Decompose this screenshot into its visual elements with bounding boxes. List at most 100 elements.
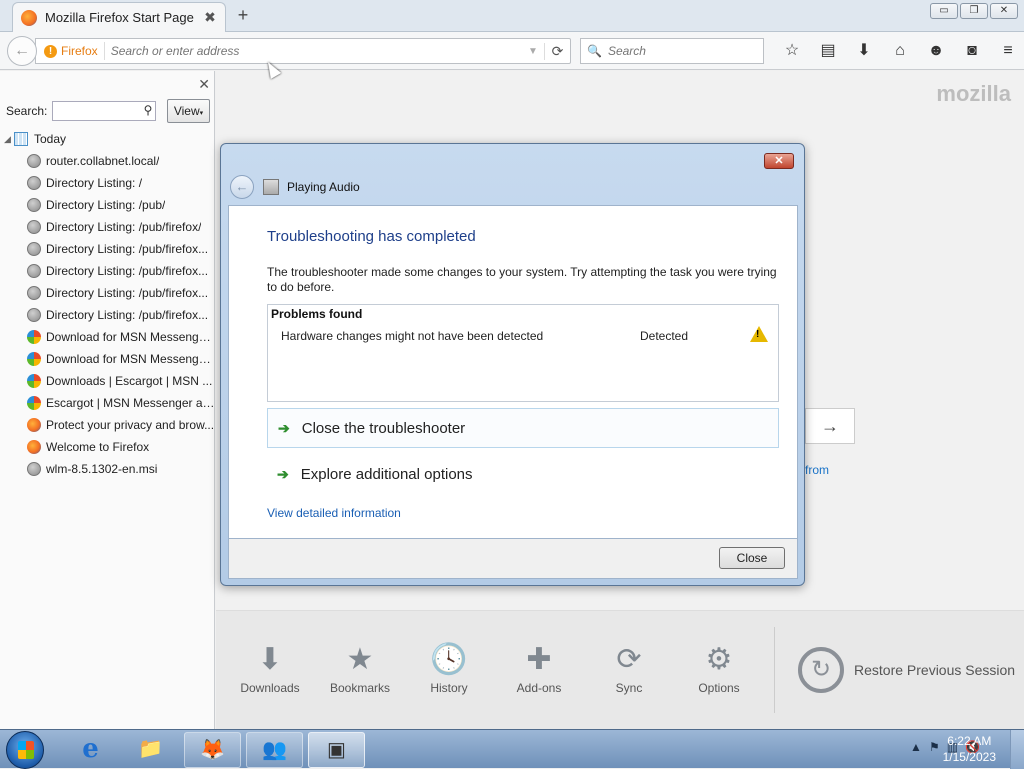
options-gear-icon: ⚙ — [705, 643, 733, 676]
minimize-button[interactable]: ▭ — [930, 3, 958, 19]
history-item[interactable]: Directory Listing: /pub/firefox... — [0, 304, 215, 326]
reload-icon[interactable]: ⟳ — [544, 42, 570, 60]
pocket-icon[interactable]: ◙ — [954, 40, 990, 62]
troubleshooter-icon[interactable]: ▣ — [308, 732, 365, 768]
history-item[interactable]: Directory Listing: /pub/firefox... — [0, 260, 215, 282]
history-item[interactable]: Downloads | Escargot | MSN ... — [0, 370, 215, 392]
ie-icon[interactable]: e — [62, 732, 119, 768]
launcher-divider — [774, 627, 775, 713]
view-button[interactable]: View▾ — [167, 99, 210, 123]
restore-button[interactable]: ❐ — [960, 3, 988, 19]
sidebar-search-field[interactable]: ⚲ — [52, 101, 157, 121]
dialog-close-icon[interactable]: ✕ — [764, 153, 794, 169]
msn-favicon-icon — [27, 352, 41, 366]
launcher-label: Add-ons — [516, 681, 562, 695]
bookmarks-icon: ★ — [346, 643, 374, 676]
url-bar[interactable]: ! Firefox ▼ ⟳ — [35, 38, 571, 64]
download-icon[interactable]: ⬇ — [846, 40, 882, 62]
firefox-favicon-icon — [27, 440, 41, 454]
magnifier-icon[interactable]: ⚲ — [144, 103, 153, 117]
mozilla-logo: mozilla — [936, 81, 1011, 106]
explore-options-command[interactable]: ➔ Explore additional options — [267, 454, 779, 494]
clock[interactable]: 6:22 AM 1/15/2023 — [943, 733, 996, 765]
downloads-icon: ⬇ — [257, 643, 283, 676]
globe-icon — [27, 286, 41, 300]
action-center-flag-icon[interactable]: ⚑ — [929, 740, 940, 754]
history-item[interactable]: Protect your privacy and brow... — [0, 414, 215, 436]
address-input[interactable] — [104, 44, 522, 58]
home-icon[interactable]: ⌂ — [882, 40, 918, 62]
dialog-heading: Troubleshooting has completed — [267, 228, 476, 245]
history-item[interactable]: Download for MSN Messenge... — [0, 326, 215, 348]
explorer-icon[interactable]: 📁 — [122, 732, 179, 768]
history-item-label: Download for MSN Messenge... — [46, 352, 215, 366]
globe-icon — [27, 264, 41, 278]
history-item[interactable]: Directory Listing: /pub/ — [0, 194, 215, 216]
restore-session-button[interactable]: ↻ Restore Previous Session — [798, 647, 1015, 693]
collapse-twisty-icon[interactable]: ◢ — [4, 134, 14, 145]
firefox-icon[interactable]: 🦊 — [184, 732, 241, 768]
history-group-today[interactable]: ◢ Today — [0, 128, 215, 150]
start-button[interactable] — [6, 731, 44, 769]
problem-text: Hardware changes might not have been det… — [281, 329, 544, 343]
history-item[interactable]: router.collabnet.local/ — [0, 150, 215, 172]
search-go-button[interactable]: → — [805, 408, 855, 444]
messenger-icon[interactable]: 👥 — [246, 732, 303, 768]
history-item-label: Directory Listing: /pub/ — [46, 198, 166, 212]
back-button[interactable]: ← — [7, 36, 37, 66]
history-item[interactable]: Directory Listing: /pub/firefox... — [0, 238, 215, 260]
launcher-label: Options — [698, 681, 740, 695]
dialog-nav: ← Playing Audio — [230, 175, 360, 199]
launcher-addons[interactable]: ✚ Add-ons — [499, 641, 579, 695]
tab-firefox-start[interactable]: Mozilla Firefox Start Page ✖ — [12, 2, 226, 32]
addons-icon: ✚ — [526, 643, 552, 676]
green-arrow-icon: ➔ — [278, 419, 290, 436]
reading-list-icon[interactable]: ▤ — [810, 40, 846, 62]
history-item-label: Directory Listing: /pub/firefox... — [46, 308, 209, 322]
history-item-label: Download for MSN Messenge... — [46, 330, 215, 344]
sidebar-search-label: Search: — [6, 104, 48, 118]
identity-box[interactable]: ! Firefox — [36, 42, 105, 60]
show-hidden-icons-icon[interactable]: ▲ — [910, 740, 922, 754]
launcher-history[interactable]: 🕓 History — [409, 641, 489, 695]
menu-icon[interactable]: ≡ — [990, 40, 1024, 62]
history-item[interactable]: Download for MSN Messenge... — [0, 348, 215, 370]
clock-date: 1/15/2023 — [942, 750, 996, 764]
history-item[interactable]: Welcome to Firefox — [0, 436, 215, 458]
history-item[interactable]: Directory Listing: /pub/firefox/ — [0, 216, 215, 238]
from-link[interactable]: from — [805, 463, 829, 477]
sidebar-search-input[interactable] — [53, 102, 138, 120]
troubleshooter-dialog: ✕ ← Playing Audio Troubleshooting has co… — [220, 143, 805, 586]
navigation-toolbar: ! Firefox ▼ ⟳ ← 🔍 ☆ ▤ ⬇ ⌂ ☻ ◙ ≡ — [0, 32, 1024, 70]
search-input[interactable] — [607, 44, 765, 58]
launcher-sync[interactable]: ⟳ Sync — [589, 641, 669, 695]
firefox-favicon-icon — [27, 418, 41, 432]
launcher-label: Downloads — [240, 681, 300, 695]
star-icon[interactable]: ☆ — [774, 40, 810, 62]
troubleshooter-icon — [263, 179, 279, 195]
launcher-downloads[interactable]: ⬇ Downloads — [230, 641, 310, 695]
close-button[interactable]: Close — [719, 547, 785, 569]
new-tab-button[interactable]: + — [234, 5, 252, 26]
close-troubleshooter-command[interactable]: ➔ Close the troubleshooter — [267, 408, 779, 448]
history-item[interactable]: Directory Listing: / — [0, 172, 215, 194]
view-detailed-information-link[interactable]: View detailed information — [267, 506, 401, 520]
tab-close-icon[interactable]: ✖ — [203, 9, 217, 26]
history-item[interactable]: Escargot | MSN Messenger an... — [0, 392, 215, 414]
hello-icon[interactable]: ☻ — [918, 40, 954, 62]
dialog-back-button[interactable]: ← — [230, 175, 254, 199]
history-item[interactable]: wlm-8.5.1302-en.msi — [0, 458, 215, 480]
launcher-bookmarks[interactable]: ★ Bookmarks — [320, 641, 400, 695]
show-desktop-button[interactable] — [1010, 730, 1024, 769]
history-items: router.collabnet.local/Directory Listing… — [0, 150, 215, 480]
launcher-options[interactable]: ⚙ Options — [679, 641, 759, 695]
msn-favicon-icon — [27, 374, 41, 388]
history-item-label: Directory Listing: / — [46, 176, 143, 190]
url-dropdown-icon[interactable]: ▼ — [522, 46, 544, 57]
history-item[interactable]: Directory Listing: /pub/firefox... — [0, 282, 215, 304]
close-window-button[interactable]: ✕ — [990, 3, 1018, 19]
windows-logo-icon — [18, 741, 34, 759]
search-bar[interactable]: 🔍 — [580, 38, 765, 64]
launcher-bar: ⬇ Downloads ★ Bookmarks 🕓 History ✚ Add-… — [216, 610, 1024, 729]
sidebar-close-icon[interactable]: ✕ — [198, 76, 210, 93]
